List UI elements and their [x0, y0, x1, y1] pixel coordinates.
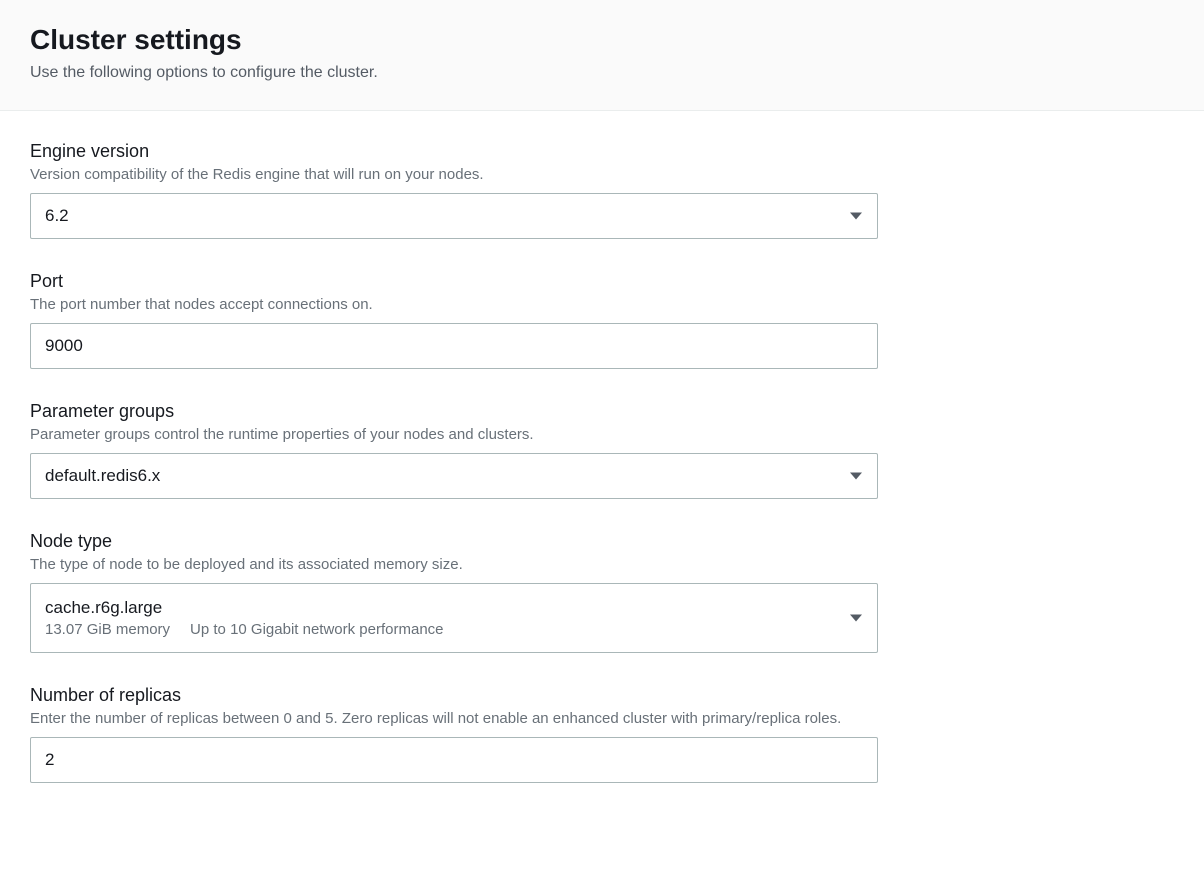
panel-subtitle: Use the following options to configure t…: [30, 64, 1174, 82]
node-type-description: The type of node to be deployed and its …: [30, 556, 1174, 573]
parameter-groups-select[interactable]: default.redis6.x: [30, 453, 878, 499]
port-input[interactable]: [30, 323, 878, 369]
replicas-input[interactable]: [30, 737, 878, 783]
parameter-groups-value: default.redis6.x: [45, 466, 160, 486]
engine-version-description: Version compatibility of the Redis engin…: [30, 166, 1174, 183]
replicas-field: Number of replicas Enter the number of r…: [30, 685, 1130, 783]
panel-header: Cluster settings Use the following optio…: [0, 0, 1204, 111]
parameter-groups-select-wrapper: default.redis6.x: [30, 453, 878, 499]
cluster-settings-panel: Cluster settings Use the following optio…: [0, 0, 1204, 823]
port-description: The port number that nodes accept connec…: [30, 296, 1174, 313]
node-type-value: cache.r6g.large: [45, 598, 162, 618]
node-type-label: Node type: [30, 531, 1174, 552]
parameter-groups-description: Parameter groups control the runtime pro…: [30, 426, 1174, 443]
parameter-groups-label: Parameter groups: [30, 401, 1174, 422]
replicas-label: Number of replicas: [30, 685, 1130, 706]
node-type-select-wrapper: cache.r6g.large 13.07 GiB memory Up to 1…: [30, 583, 878, 653]
node-type-memory: 13.07 GiB memory: [45, 621, 170, 638]
node-type-field: Node type The type of node to be deploye…: [30, 531, 1174, 653]
port-label: Port: [30, 271, 1174, 292]
node-type-network: Up to 10 Gigabit network performance: [190, 621, 443, 638]
engine-version-select[interactable]: 6.2: [30, 193, 878, 239]
parameter-groups-field: Parameter groups Parameter groups contro…: [30, 401, 1174, 499]
engine-version-value: 6.2: [45, 206, 69, 226]
panel-body: Engine version Version compatibility of …: [0, 111, 1204, 823]
panel-title: Cluster settings: [30, 24, 1174, 56]
engine-version-field: Engine version Version compatibility of …: [30, 141, 1174, 239]
engine-version-label: Engine version: [30, 141, 1174, 162]
node-type-details: 13.07 GiB memory Up to 10 Gigabit networ…: [45, 621, 444, 638]
replicas-description: Enter the number of replicas between 0 a…: [30, 710, 1130, 727]
port-field: Port The port number that nodes accept c…: [30, 271, 1174, 369]
engine-version-select-wrapper: 6.2: [30, 193, 878, 239]
node-type-select[interactable]: cache.r6g.large 13.07 GiB memory Up to 1…: [30, 583, 878, 653]
